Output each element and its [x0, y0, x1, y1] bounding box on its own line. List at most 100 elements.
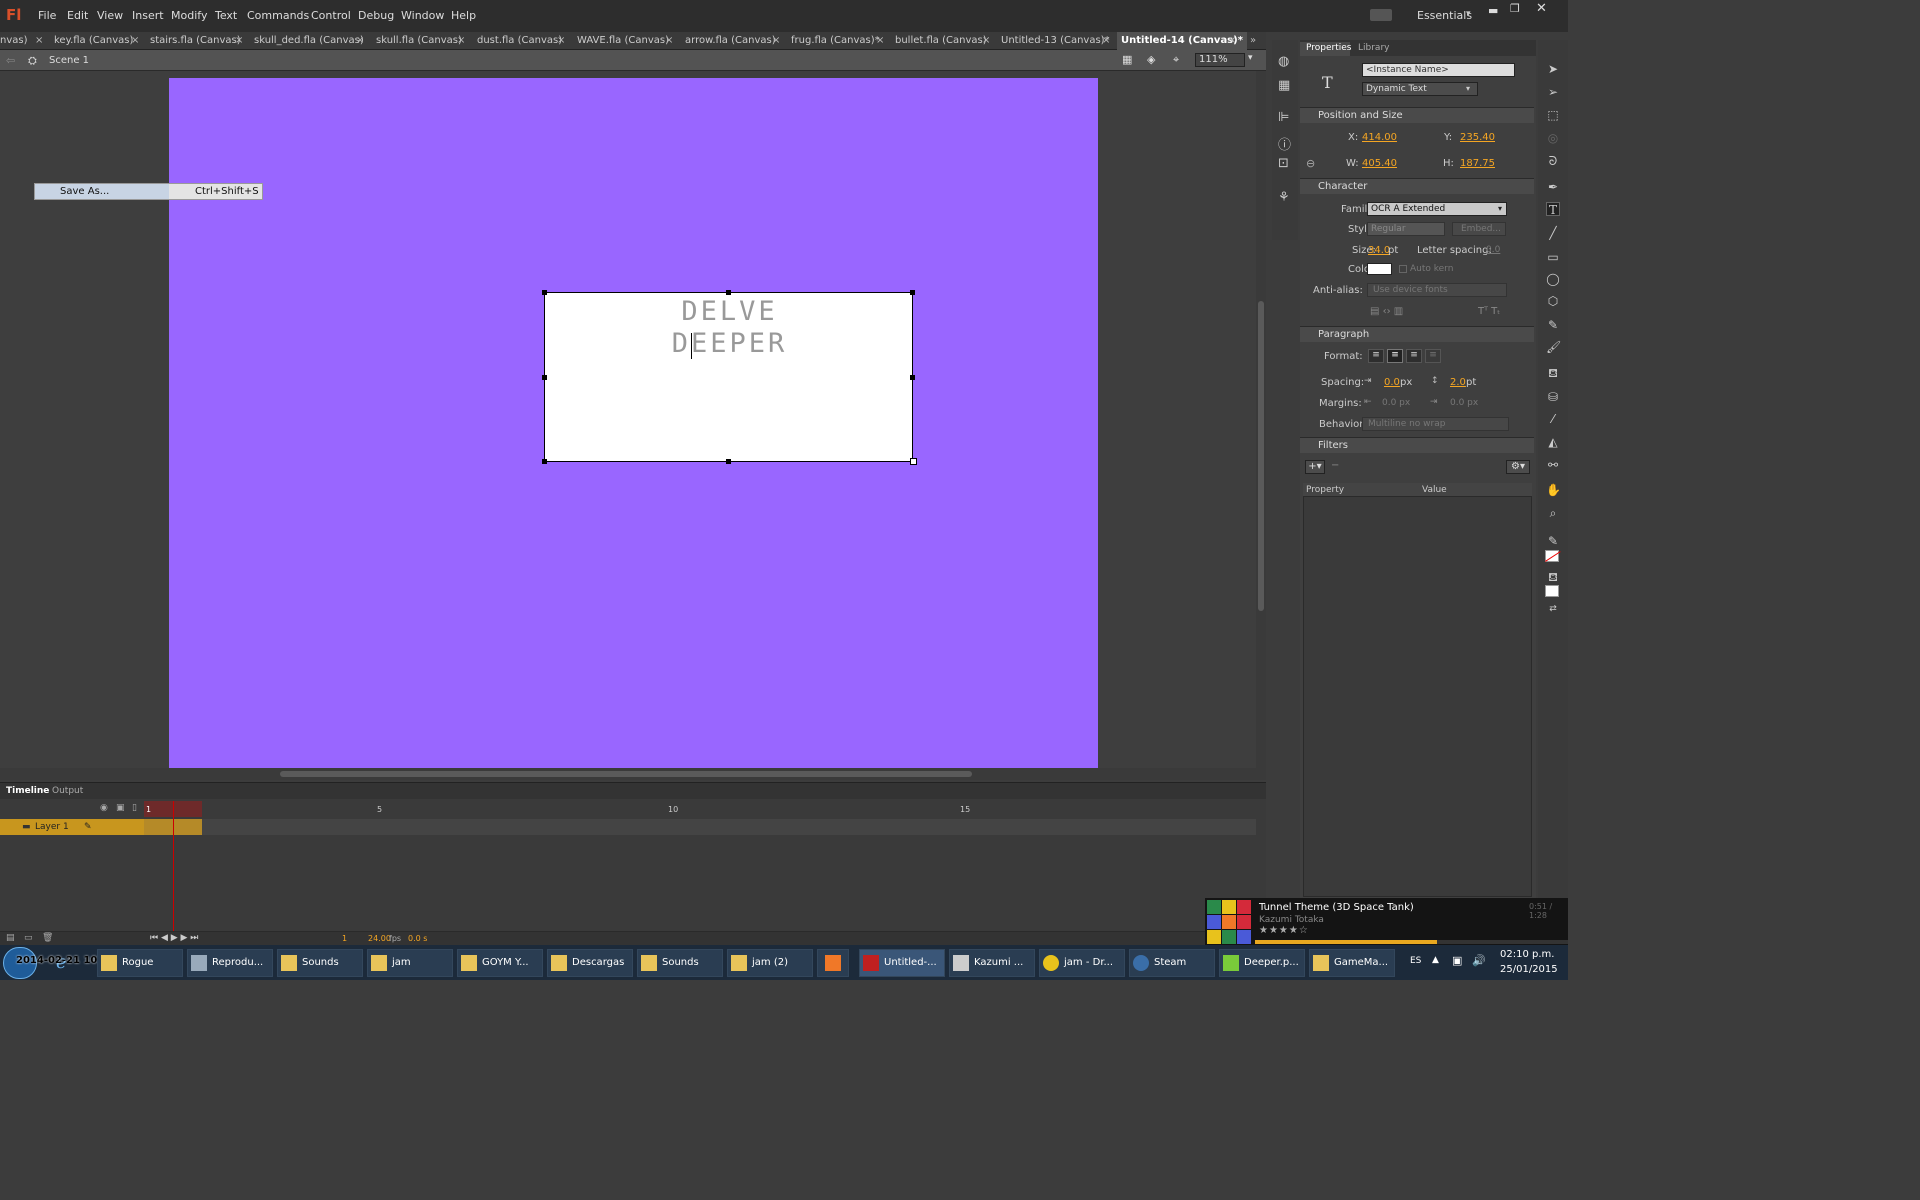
taskbar-item[interactable]: jam — [367, 949, 453, 977]
menu-debug[interactable]: Debug — [358, 9, 394, 22]
autokern-checkbox[interactable] — [1399, 265, 1407, 273]
current-frame[interactable]: 1 — [342, 934, 347, 943]
center-stage-icon[interactable]: ⌖ — [1173, 53, 1179, 67]
menu-insert[interactable]: Insert — [132, 9, 164, 22]
taskbar-item[interactable]: jam - Dr... — [1039, 949, 1125, 977]
close-icon[interactable]: × — [557, 32, 565, 50]
playback-controls[interactable]: ⏮ ◀ ▶ ▶ ⏭ — [150, 933, 198, 943]
close-icon[interactable]: × — [1102, 32, 1110, 50]
justify-icon[interactable]: ≡ — [1425, 349, 1441, 363]
tab-document[interactable]: frug.fla (Canvas)* — [791, 32, 880, 50]
taskbar-item[interactable]: Steam — [1129, 949, 1215, 977]
resize-handle[interactable] — [726, 459, 731, 464]
zoom-field[interactable]: 111% — [1195, 53, 1245, 67]
close-icon[interactable]: × — [665, 32, 673, 50]
section-filters[interactable]: Filters — [1300, 437, 1534, 453]
fill-color-swatch[interactable] — [1545, 585, 1559, 597]
sync-icon[interactable] — [1370, 9, 1392, 21]
resize-handle[interactable] — [910, 458, 917, 465]
tab-document[interactable]: nvas) — [0, 32, 28, 50]
taskbar-item[interactable]: Rogue — [97, 949, 183, 977]
lock-icon[interactable]: ▣ — [116, 803, 125, 813]
line-tool-icon[interactable]: ╱ — [1546, 226, 1560, 240]
tab-document[interactable]: dust.fla (Canvas) — [477, 32, 562, 50]
back-arrow-icon[interactable]: ⇦ — [6, 54, 15, 67]
swatches-icon[interactable]: ▦ — [1278, 78, 1290, 93]
close-icon[interactable]: × — [876, 32, 884, 50]
x-value[interactable]: 414.00 — [1362, 132, 1397, 143]
chevron-down-icon[interactable]: ▾ — [1248, 53, 1253, 63]
menu-view[interactable]: View — [97, 9, 123, 22]
close-icon[interactable]: × — [772, 32, 780, 50]
close-icon[interactable]: × — [1228, 32, 1236, 50]
resize-handle[interactable] — [910, 375, 915, 380]
vertical-scrollbar[interactable] — [1256, 71, 1266, 768]
restore-icon[interactable]: ❐ — [1510, 2, 1520, 15]
music-notification[interactable]: Tunnel Theme (3D Space Tank) Kazumi Tota… — [1205, 898, 1568, 945]
close-icon[interactable]: × — [457, 32, 465, 50]
menu-control[interactable]: Control — [311, 9, 351, 22]
language-indicator[interactable]: ES — [1410, 956, 1421, 966]
lasso-tool-icon[interactable]: ᘐ — [1546, 154, 1560, 168]
chevron-down-icon[interactable]: ▾ — [1498, 204, 1502, 213]
stroke-color-icon[interactable]: ✎ — [1546, 534, 1560, 548]
menu-modify[interactable]: Modify — [171, 9, 207, 22]
align-center-icon[interactable]: ≡ — [1387, 349, 1403, 363]
taskbar-item[interactable]: GOYM Y... — [457, 949, 543, 977]
selection-tool-icon[interactable]: ➤ — [1546, 62, 1560, 76]
menu-commands[interactable]: Commands — [247, 9, 309, 22]
eraser-tool-icon[interactable]: ◭ — [1546, 435, 1560, 449]
menu-edit[interactable]: Edit — [67, 9, 88, 22]
scrollbar-thumb[interactable] — [280, 771, 972, 777]
tab-document[interactable]: arrow.fla (Canvas) — [685, 32, 776, 50]
taskbar-item[interactable]: Sounds — [277, 949, 363, 977]
tab-document[interactable]: skull_ded.fla (Canvas) — [254, 32, 364, 50]
resize-handle[interactable] — [726, 290, 731, 295]
tab-document[interactable]: key.fla (Canvas) — [54, 32, 133, 50]
progress-track[interactable] — [1255, 940, 1568, 944]
frames-row[interactable] — [202, 819, 1256, 835]
3d-rotation-tool-icon[interactable]: ◎ — [1546, 131, 1560, 145]
chevron-down-icon[interactable]: ▾ — [1466, 84, 1470, 93]
info-icon[interactable]: ⓘ — [1278, 134, 1291, 153]
eye-icon[interactable]: ◉ — [100, 803, 108, 813]
minimize-icon[interactable]: ▬ — [1488, 4, 1498, 17]
text-field[interactable]: DELVE DEEPER — [542, 290, 917, 465]
close-icon[interactable]: × — [356, 32, 364, 50]
new-folder-icon[interactable]: ▭ — [24, 933, 33, 943]
remove-filter-icon[interactable]: − — [1331, 460, 1339, 471]
delete-icon[interactable]: 🗑 — [42, 933, 53, 943]
subselection-tool-icon[interactable]: ➢ — [1546, 85, 1560, 99]
tabs-overflow-icon[interactable]: » — [1250, 32, 1256, 50]
scrollbar-thumb[interactable] — [1258, 301, 1264, 611]
workspace-switcher[interactable]: Essentials — [1417, 9, 1472, 22]
align-icon[interactable]: ⊫ — [1278, 110, 1289, 125]
close-icon[interactable]: × — [35, 32, 43, 50]
oval-tool-icon[interactable]: ◯ — [1546, 272, 1560, 286]
volume-icon[interactable]: 🔊 — [1472, 954, 1486, 967]
zoom-tool-icon[interactable]: ⌕ — [1546, 506, 1560, 520]
clock-time[interactable]: 02:10 p.m. — [1500, 949, 1554, 960]
menu-item-save-as[interactable]: Save As... — [60, 186, 109, 197]
tab-timeline[interactable]: Timeline — [6, 786, 49, 796]
polystar-tool-icon[interactable]: ⬡ — [1546, 294, 1560, 308]
color-swatch[interactable] — [1367, 263, 1392, 275]
add-filter-icon[interactable]: +▾ — [1305, 460, 1325, 474]
outline-icon[interactable]: ▯ — [132, 803, 137, 813]
y-value[interactable]: 235.40 — [1460, 132, 1495, 143]
scene-label[interactable]: Scene 1 — [49, 55, 89, 66]
tab-document[interactable]: stairs.fla (Canvas) — [150, 32, 241, 50]
right-margin-value[interactable]: 0.0 px — [1450, 398, 1478, 408]
taskbar-item[interactable]: Kazumi ... — [949, 949, 1035, 977]
align-right-icon[interactable]: ≡ — [1406, 349, 1422, 363]
taskbar-item[interactable]: Descargas — [547, 949, 633, 977]
taskbar-item[interactable]: Deeper.p... — [1219, 949, 1305, 977]
resize-handle[interactable] — [542, 459, 547, 464]
tab-properties[interactable]: Properties — [1300, 42, 1351, 56]
menu-file[interactable]: File — [38, 9, 56, 22]
resize-handle[interactable] — [542, 375, 547, 380]
close-icon[interactable]: × — [982, 32, 990, 50]
tab-document[interactable]: bullet.fla (Canvas) — [895, 32, 987, 50]
chevron-down-icon[interactable]: ▾ — [1466, 9, 1471, 19]
taskbar-item[interactable] — [817, 949, 849, 977]
